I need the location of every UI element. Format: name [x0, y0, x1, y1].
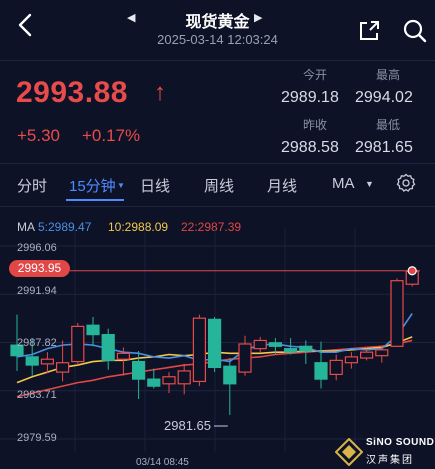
y-tick-label: 2983.71: [17, 389, 57, 401]
candle-up: [71, 325, 85, 363]
low-annotation-label: 2981.65: [164, 418, 211, 433]
candle-down: [284, 348, 298, 353]
candle-down: [86, 324, 100, 336]
candle-down: [147, 378, 161, 387]
candle-down: [223, 365, 237, 385]
current-price-dot: [407, 266, 417, 276]
candle-up: [40, 358, 55, 365]
candle-up: [253, 339, 267, 350]
candle-down: [314, 362, 328, 380]
brand-name-cn: 汉声集团: [366, 455, 414, 466]
candle-down: [299, 345, 313, 352]
candle-down: [268, 342, 282, 347]
candle-up: [238, 343, 252, 373]
current-price-tag: 2993.95: [9, 260, 70, 277]
candle-up: [329, 359, 343, 376]
y-tick-label: 2996.06: [17, 242, 57, 254]
candle-down: [25, 356, 39, 366]
brand-name-en: SiNO SOUND: [366, 437, 435, 448]
candle-down: [208, 318, 222, 369]
candle-down: [101, 333, 115, 361]
candle-up: [177, 370, 191, 385]
candle-up: [375, 349, 389, 357]
y-tick-label: 2979.59: [17, 432, 57, 444]
y-tick-label: 2991.94: [17, 285, 57, 297]
candle-up: [116, 352, 131, 360]
y-tick-label: 2987.82: [17, 337, 57, 349]
candle-up: [192, 317, 206, 383]
candle-up: [390, 280, 404, 347]
candle-up: [55, 362, 70, 373]
candle-up: [162, 376, 176, 385]
candle-up: [360, 351, 374, 359]
candle-down: [132, 360, 146, 380]
diamond-logo-icon: [335, 438, 363, 466]
candlestick-chart[interactable]: [0, 0, 435, 469]
candle-up: [344, 356, 358, 364]
x-axis-date-label: 03/14 08:45: [136, 457, 189, 468]
